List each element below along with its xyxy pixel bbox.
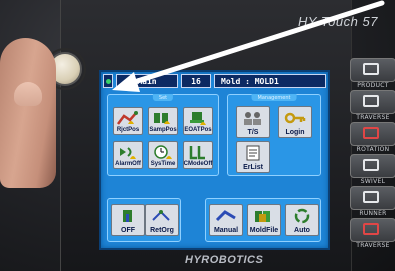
pointer-arrow-icon: [112, 0, 385, 92]
brand-label-bottom: HYROBOTICS: [185, 254, 264, 266]
